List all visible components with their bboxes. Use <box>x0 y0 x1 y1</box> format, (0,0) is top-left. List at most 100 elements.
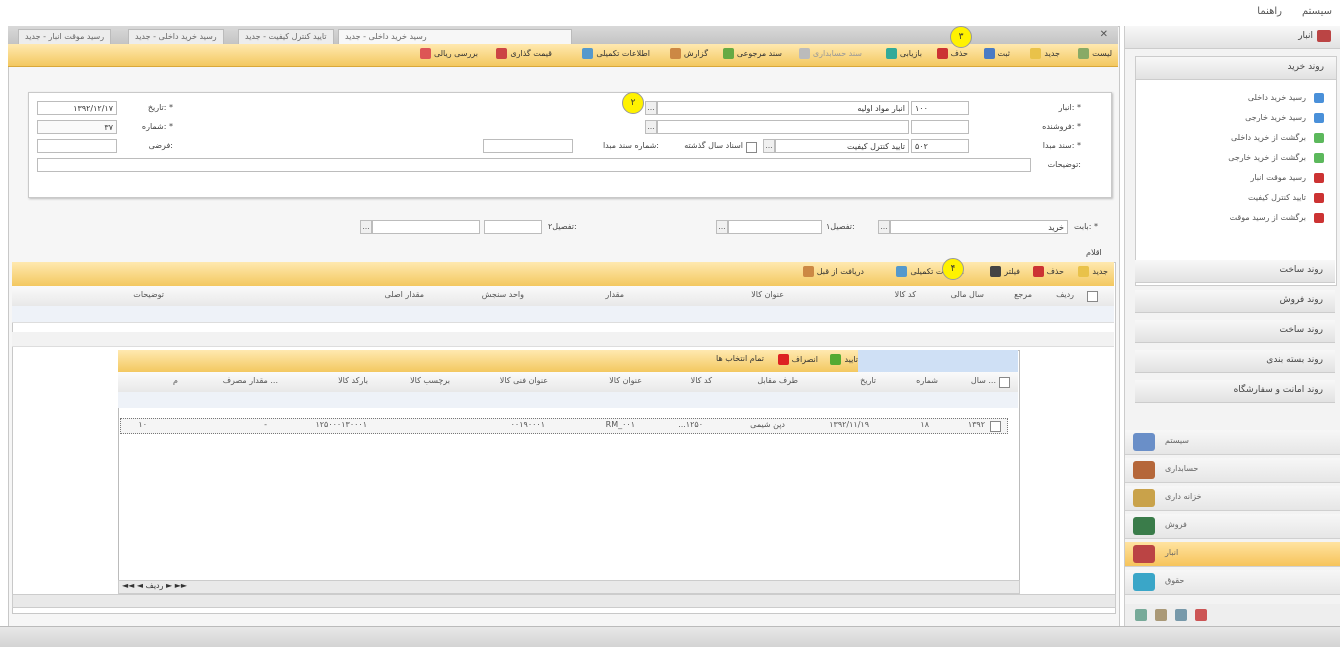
tafsil2-field[interactable] <box>484 220 542 234</box>
pricing-button[interactable]: قیمت گذاری <box>496 48 552 59</box>
tafsil1-field[interactable] <box>728 220 822 234</box>
extra-info-button[interactable]: اطلاعات تکمیلی <box>582 48 650 59</box>
quick-icon[interactable] <box>1195 609 1207 621</box>
popup-select-all-button[interactable]: تمام انتخاب ها <box>716 354 764 363</box>
col-ref: مرجع <box>1014 290 1032 299</box>
basis-label: بابت: * <box>1074 222 1098 231</box>
tab-quality-check[interactable]: تایید کنترل کیفیت - جدید <box>238 29 334 44</box>
tab-temp-receipt[interactable]: رسید موقت انبار - جدید <box>18 29 112 44</box>
basis-field[interactable]: خرید <box>890 220 1068 234</box>
sidebar-group-2[interactable]: روند ساخت <box>1135 260 1335 283</box>
tafsil1-lookup-button[interactable]: … <box>716 220 728 234</box>
supplier-name-field[interactable] <box>657 120 909 134</box>
cell-item-title: RM_۰۰۱ <box>605 420 635 429</box>
col-description: توضیحات <box>133 290 164 299</box>
sidebar-item-internal-return[interactable]: برگشت از خرید داخلی <box>1231 133 1306 142</box>
date-label: تاریخ: * <box>147 103 173 112</box>
source-number-field[interactable] <box>483 139 573 153</box>
main-toolbar: لیست جدید ثبت حذف بازیابی سند حسابداری س… <box>8 44 1118 67</box>
tab-internal-purchase[interactable]: رسید خرید داخلی - جدید <box>338 29 572 44</box>
source-doc-name-field[interactable]: تایید کنترل کیفیت <box>775 139 909 153</box>
tafsil2-lookup-button[interactable]: … <box>360 220 372 234</box>
delete-button[interactable]: حذف <box>936 48 968 59</box>
close-icon[interactable]: ✕ <box>1100 29 1108 40</box>
description-label: توضیحات: <box>1047 160 1081 169</box>
sidebar-group-purchase: روند خرید رسید خرید داخلی رسید خرید خارج… <box>1135 56 1337 286</box>
sidebar-group-3[interactable]: روند فروش <box>1135 290 1335 313</box>
sidebar-item-quality-check[interactable]: تایید کنترل کیفیت <box>1248 193 1306 202</box>
popup-col-label: برچسب کالا <box>410 376 450 385</box>
sidebar-item-external-purchase[interactable]: رسید خرید خارجی <box>1245 113 1306 122</box>
source-doc-lookup-button[interactable]: … <box>763 139 775 153</box>
sidebar-item-external-return[interactable]: برگشت از خرید خارجی <box>1228 153 1306 162</box>
sidebar-item-temp-receipt[interactable]: رسید موقت انبار <box>1250 173 1306 182</box>
popup-data-row[interactable]: ۱۳۹۲ ۱۸ ۱۳۹۲/۱۱/۱۹ دپن شیمی ...۱۲۵۰ RM_۰… <box>120 418 1008 434</box>
doc-icon <box>1314 113 1324 123</box>
items-receive-button[interactable]: دریافت از قبل <box>802 266 864 277</box>
row-checkbox[interactable] <box>990 421 1001 432</box>
popup-col-tech-title: عنوان فنی کالا <box>499 376 548 385</box>
module-sales[interactable]: فروش <box>1125 514 1340 539</box>
module-accounting[interactable]: حسابداری <box>1125 458 1340 483</box>
module-system[interactable]: سیستم <box>1125 430 1340 455</box>
menu-system[interactable]: سیستم <box>1302 6 1332 17</box>
prev-year-checkbox[interactable] <box>746 142 757 153</box>
doc-icon <box>798 48 810 59</box>
col-row: ردیف <box>1056 290 1074 299</box>
popup-pager[interactable]: ◄◄ ◄ ردیف ► ►► <box>122 581 422 593</box>
module-payroll[interactable]: حقوق <box>1125 570 1340 595</box>
description-field[interactable] <box>37 158 1031 172</box>
tafsil2-label: تفصیل۲: <box>548 222 577 231</box>
items-tab[interactable]: اقلام <box>1086 248 1102 257</box>
module-warehouse[interactable]: انبار <box>1125 542 1340 567</box>
popup-select-all-checkbox[interactable] <box>999 377 1010 388</box>
module-treasury[interactable]: خزانه داری <box>1125 486 1340 511</box>
quick-icon[interactable] <box>1175 609 1187 621</box>
restore-button[interactable]: بازیابی <box>885 48 922 59</box>
new-icon <box>1030 48 1042 59</box>
select-all-checkbox[interactable] <box>1087 291 1098 302</box>
sidebar-item-temp-return[interactable]: برگشت از رسید موقت <box>1230 213 1306 222</box>
tafsil3-field[interactable] <box>372 220 480 234</box>
items-summary-row <box>12 332 1114 347</box>
report-button[interactable]: گزارش <box>669 48 708 59</box>
rial-check-button[interactable]: بررسی ریالی <box>419 48 478 59</box>
basis-lookup-button[interactable]: … <box>878 220 890 234</box>
popup-filter-row[interactable] <box>118 392 1018 408</box>
warehouse-lookup-button[interactable]: … <box>645 101 657 115</box>
warehouse-code-field[interactable]: ۱۰۰ <box>911 101 969 115</box>
group-purchase-header[interactable]: روند خرید <box>1136 57 1336 80</box>
items-delete-button[interactable]: حذف <box>1032 266 1064 277</box>
popup-toolbar: تایید انصراف تمام انتخاب ها <box>118 350 858 372</box>
source-doc-code-field[interactable]: ۵۰۲ <box>911 139 969 153</box>
quick-icon[interactable] <box>1135 609 1147 621</box>
supplier-code-field[interactable] <box>911 120 969 134</box>
accounting-doc-button[interactable]: سند حسابداری <box>798 48 862 59</box>
sidebar-group-5[interactable]: روند بسته بندی <box>1135 350 1335 373</box>
menu-help[interactable]: راهنما <box>1257 6 1282 17</box>
sidebar-item-internal-purchase[interactable]: رسید خرید داخلی <box>1248 93 1306 102</box>
sidebar-group-4[interactable]: روند ساخت <box>1135 320 1335 343</box>
items-hscrollbar[interactable] <box>12 594 1116 608</box>
col-qty: مقدار <box>605 290 624 299</box>
sidebar-group-6[interactable]: روند امانت و سفارشگاه <box>1135 380 1335 403</box>
temp-field[interactable] <box>37 139 117 153</box>
items-filter-row[interactable] <box>12 306 1114 323</box>
popup-confirm-button[interactable]: تایید <box>830 354 858 365</box>
items-new-button[interactable]: جدید <box>1078 266 1108 277</box>
col-year: سال مالی <box>950 290 984 299</box>
warehouse-name-field[interactable]: انبار مواد اولیه <box>657 101 909 115</box>
items-filter-button[interactable]: فیلتر <box>990 266 1020 277</box>
cancel-icon <box>777 354 789 365</box>
number-field[interactable]: ۳۷ <box>37 120 117 134</box>
new-button[interactable]: جدید <box>1030 48 1060 59</box>
list-button[interactable]: لیست <box>1078 48 1112 59</box>
col-item-title: عنوان کالا <box>751 290 784 299</box>
tab-internal-purchase-2[interactable]: رسید خرید داخلی - جدید <box>128 29 224 44</box>
popup-cancel-button[interactable]: انصراف <box>777 354 818 365</box>
supplier-lookup-button[interactable]: … <box>645 120 657 134</box>
return-doc-button[interactable]: سند مرجوعی <box>722 48 782 59</box>
date-field[interactable]: ۱۳۹۲/۱۲/۱۷ <box>37 101 117 115</box>
save-button[interactable]: ثبت <box>983 48 1010 59</box>
quick-icon[interactable] <box>1155 609 1167 621</box>
